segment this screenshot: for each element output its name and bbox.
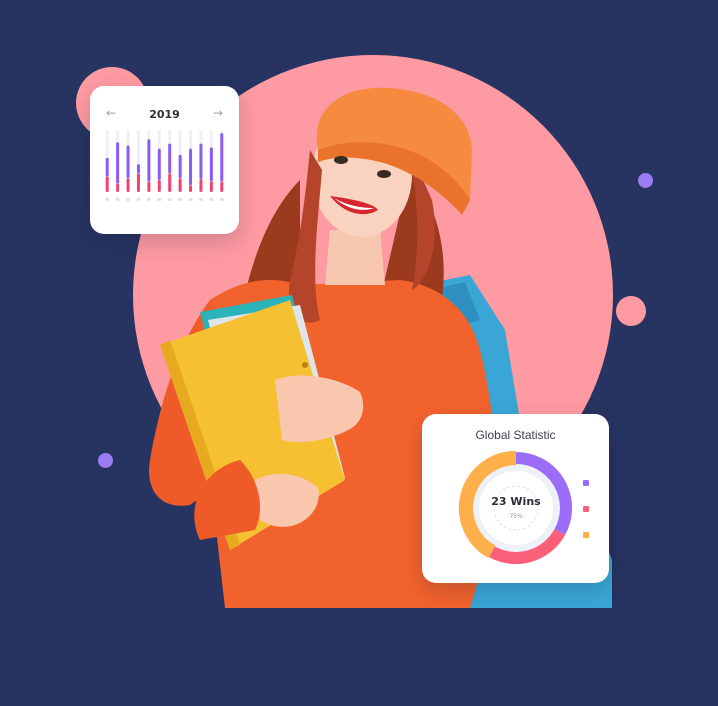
bar-segment-top (199, 143, 203, 180)
bar-segment-top (147, 139, 151, 182)
percent-value: 75% (509, 513, 523, 520)
bar-tick (188, 198, 193, 201)
bar-tick (126, 198, 131, 201)
bar-segment-bottom (178, 178, 182, 192)
card-title: Global Statistic (475, 428, 556, 442)
bar-tick (209, 198, 214, 201)
donut-chart (458, 450, 573, 564)
bar-tick (178, 198, 183, 201)
bar-segment-top (189, 148, 193, 186)
bar-tick (146, 198, 151, 201)
bar-segment-top (157, 148, 161, 181)
legend-swatch-1 (583, 480, 589, 486)
global-statistic-card: Global Statistic 23 Wins 75% (422, 414, 609, 583)
bar-tick (167, 198, 172, 201)
bar-segment-top (116, 142, 120, 184)
arrow-right-icon[interactable]: → (213, 106, 223, 120)
bar-segment-bottom (147, 181, 151, 192)
legend-swatch-3 (583, 532, 589, 538)
bar-segment-top (178, 154, 182, 179)
bar-segment-top (209, 147, 213, 182)
bar-segment-bottom (126, 178, 130, 192)
monthly-chart-card: ← 2019 → (90, 86, 239, 234)
bar-segment-top (220, 133, 224, 182)
bar-segment-bottom (105, 176, 109, 192)
bar-tick (219, 198, 224, 201)
bar-segment-top (105, 157, 109, 177)
bar-segment-bottom (116, 183, 120, 192)
bar-segment-bottom (189, 185, 193, 192)
bar-segment-bottom (209, 181, 213, 192)
bar-tick (198, 198, 203, 201)
bar-tick (157, 198, 162, 201)
bar-segment-top (136, 164, 140, 174)
bar-tick (136, 198, 141, 201)
bar-segment-bottom (199, 179, 203, 192)
legend-swatch-2 (583, 506, 589, 512)
bar-segment-bottom (136, 173, 140, 192)
bar-segment-bottom (220, 181, 224, 192)
wins-value: 23 Wins (491, 495, 541, 508)
bar-segment-top (168, 143, 172, 174)
bar-segment-bottom (157, 180, 161, 192)
bar-tick (115, 198, 120, 201)
monthly-bars (105, 130, 224, 201)
bar-tick (105, 198, 110, 201)
bar-segment-top (126, 145, 130, 179)
bar-segment-bottom (168, 173, 172, 192)
donut-inner-ring (493, 485, 539, 531)
